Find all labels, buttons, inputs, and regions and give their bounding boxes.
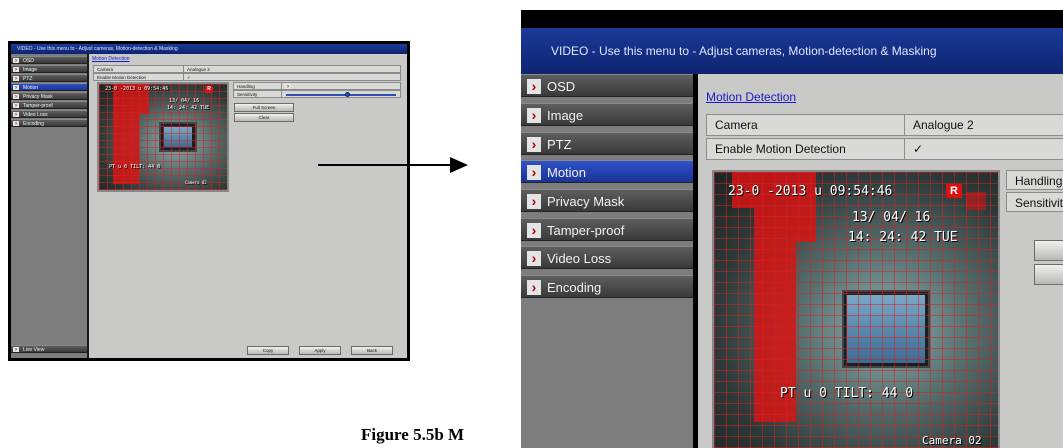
enable-motion-row: Enable Motion Detection ✓ bbox=[706, 138, 1063, 160]
menu-item-ptz[interactable]: › PTZ bbox=[11, 74, 87, 82]
motion-grid bbox=[99, 84, 227, 190]
chevron-right-icon: › bbox=[527, 79, 541, 94]
camera-preview[interactable]: 23-0 -2013 u 09:54:46 R 13/ 04/ 16 14: 2… bbox=[97, 82, 229, 192]
camera-row: Camera Analogue 2 bbox=[706, 114, 1063, 136]
preview-camera-name: Camera 02 bbox=[922, 434, 982, 447]
menu-item-encoding[interactable]: › Encoding bbox=[11, 119, 87, 127]
preview-ptz: PT u 0 TILT: 44 0 bbox=[109, 164, 161, 170]
chevron-right-icon: › bbox=[13, 67, 19, 73]
clear-button[interactable] bbox=[1034, 264, 1063, 285]
enable-motion-checkbox[interactable]: ✓ bbox=[905, 139, 1063, 159]
menu-item-osd[interactable]: › OSD bbox=[521, 74, 693, 97]
menu-item-osd[interactable]: › OSD bbox=[11, 56, 87, 64]
zoomed-title-bar: VIDEO - Use this menu to - Adjust camera… bbox=[521, 28, 1063, 74]
zoomed-content-panel: Motion Detection Camera Analogue 2 Enabl… bbox=[698, 74, 1063, 448]
sensitivity-row: Sensitivit bbox=[1006, 192, 1063, 212]
camera-select[interactable]: Analogue 2 bbox=[905, 115, 1063, 135]
chevron-right-icon: › bbox=[13, 76, 19, 82]
chevron-right-icon: › bbox=[13, 85, 19, 91]
full-screen-button[interactable]: Fu bbox=[1034, 240, 1063, 261]
chevron-right-icon: › bbox=[13, 121, 19, 127]
chevron-right-icon: › bbox=[527, 165, 541, 180]
menu-item-privacy-mask[interactable]: › Privacy Mask bbox=[521, 189, 693, 212]
clear-button[interactable]: Clear bbox=[234, 113, 294, 122]
section-title-motion-detection: Motion Detection bbox=[706, 90, 797, 104]
chevron-right-icon: › bbox=[13, 103, 19, 109]
full-screen-button[interactable]: Full Screen bbox=[234, 103, 294, 112]
preview-osd-time: 14: 24: 42 TUE bbox=[167, 105, 210, 111]
figure-caption: Figure 5.5b M bbox=[361, 425, 465, 444]
menu-item-motion[interactable]: › Motion bbox=[521, 160, 693, 183]
sidebar-menu: › OSD › Image › PTZ › Motion › Privacy Mask ›… bbox=[11, 54, 87, 358]
record-badge: R bbox=[205, 86, 213, 93]
camera-select[interactable]: Analogue 2 bbox=[184, 66, 400, 72]
menu-item-video-loss[interactable]: › Video Loss bbox=[521, 246, 693, 269]
menu-item-image[interactable]: › Image bbox=[521, 103, 693, 126]
chevron-right-icon: › bbox=[527, 108, 541, 123]
menu-item-video-loss[interactable]: › Video Loss bbox=[11, 110, 87, 118]
camera-label: Camera bbox=[94, 66, 184, 72]
camera-row: Camera Analogue 2 bbox=[93, 65, 401, 73]
apply-button[interactable]: Apply bbox=[299, 346, 341, 355]
menu-item-motion[interactable]: › Motion bbox=[11, 83, 87, 91]
chevron-right-icon: › bbox=[13, 58, 19, 64]
preview-osd-time: 14: 24: 42 TUE bbox=[848, 230, 958, 245]
sensitivity-row: Sensitivity bbox=[233, 90, 401, 98]
menu-item-encoding[interactable]: › Encoding bbox=[521, 275, 693, 298]
menu-item-image[interactable]: › Image bbox=[11, 65, 87, 73]
chevron-right-icon: › bbox=[527, 194, 541, 209]
window-title-bar: VIDEO - Use this menu to - Adjust camera… bbox=[11, 44, 407, 54]
chevron-right-icon: › bbox=[285, 84, 291, 89]
enable-motion-row: Enable Motion Detection ✓ bbox=[93, 73, 401, 81]
sensitivity-label: Sensitivity bbox=[234, 91, 282, 97]
handling-label: Handling bbox=[1015, 174, 1063, 188]
chevron-right-icon: › bbox=[13, 94, 19, 100]
preview-date-time: 23-0 -2013 u 09:54:46 bbox=[728, 184, 893, 199]
small-dvr-screenshot: VIDEO - Use this menu to - Adjust camera… bbox=[8, 41, 410, 361]
back-button[interactable]: Back bbox=[351, 346, 393, 355]
record-badge: R bbox=[946, 184, 962, 198]
sensitivity-label: Sensitivit bbox=[1015, 196, 1063, 210]
handling-row: Handling bbox=[1006, 170, 1063, 190]
preview-ptz: PT u 0 TILT: 44 0 bbox=[780, 386, 914, 401]
arrow-connector bbox=[318, 164, 452, 166]
chevron-right-icon: › bbox=[13, 112, 19, 118]
camera-label: Camera bbox=[707, 115, 905, 135]
preview-camera-name: Camera 02 bbox=[185, 180, 207, 185]
preview-date-time: 23-0 -2013 u 09:54:46 bbox=[105, 86, 169, 92]
slider-track bbox=[286, 94, 396, 96]
chevron-right-icon: › bbox=[527, 280, 541, 295]
enable-motion-label: Enable Motion Detection bbox=[94, 74, 184, 80]
chevron-right-icon: › bbox=[13, 347, 19, 353]
menu-item-live-view[interactable]: › Live View bbox=[11, 345, 87, 353]
preview-osd-date: 13/ 04/ 16 bbox=[169, 98, 200, 104]
handling-button[interactable]: › bbox=[282, 83, 400, 89]
content-panel: Motion Detection Camera Analogue 2 Enabl… bbox=[89, 54, 407, 358]
preview-osd-date: 13/ 04/ 16 bbox=[852, 210, 931, 225]
sensitivity-slider[interactable] bbox=[282, 91, 400, 97]
menu-item-tamper-proof[interactable]: › Tamper-proof bbox=[521, 218, 693, 241]
enable-motion-label: Enable Motion Detection bbox=[707, 139, 905, 159]
section-title-motion-detection: Motion Detection bbox=[92, 56, 130, 62]
arrow-head-icon bbox=[450, 157, 468, 173]
handling-row: Handling › bbox=[233, 82, 401, 90]
chevron-right-icon: › bbox=[527, 137, 541, 152]
menu-item-privacy-mask[interactable]: › Privacy Mask bbox=[11, 92, 87, 100]
slider-thumb[interactable] bbox=[344, 92, 350, 97]
chevron-right-icon: › bbox=[527, 223, 541, 238]
handling-label: Handling bbox=[234, 83, 282, 89]
menu-item-ptz[interactable]: › PTZ bbox=[521, 132, 693, 155]
zoomed-sidebar-menu: › OSD › Image › PTZ › Motion › Privacy Mask ›… bbox=[521, 74, 693, 448]
copy-button[interactable]: Copy bbox=[247, 346, 289, 355]
menu-item-tamper-proof[interactable]: › Tamper-proof bbox=[11, 101, 87, 109]
chevron-right-icon: › bbox=[527, 251, 541, 266]
enable-motion-checkbox[interactable]: ✓ bbox=[184, 74, 400, 80]
camera-preview[interactable]: 23-0 -2013 u 09:54:46 R 13/ 04/ 16 14: 2… bbox=[712, 170, 1000, 448]
zoomed-dvr-screenshot: VIDEO - Use this menu to - Adjust camera… bbox=[521, 10, 1063, 448]
